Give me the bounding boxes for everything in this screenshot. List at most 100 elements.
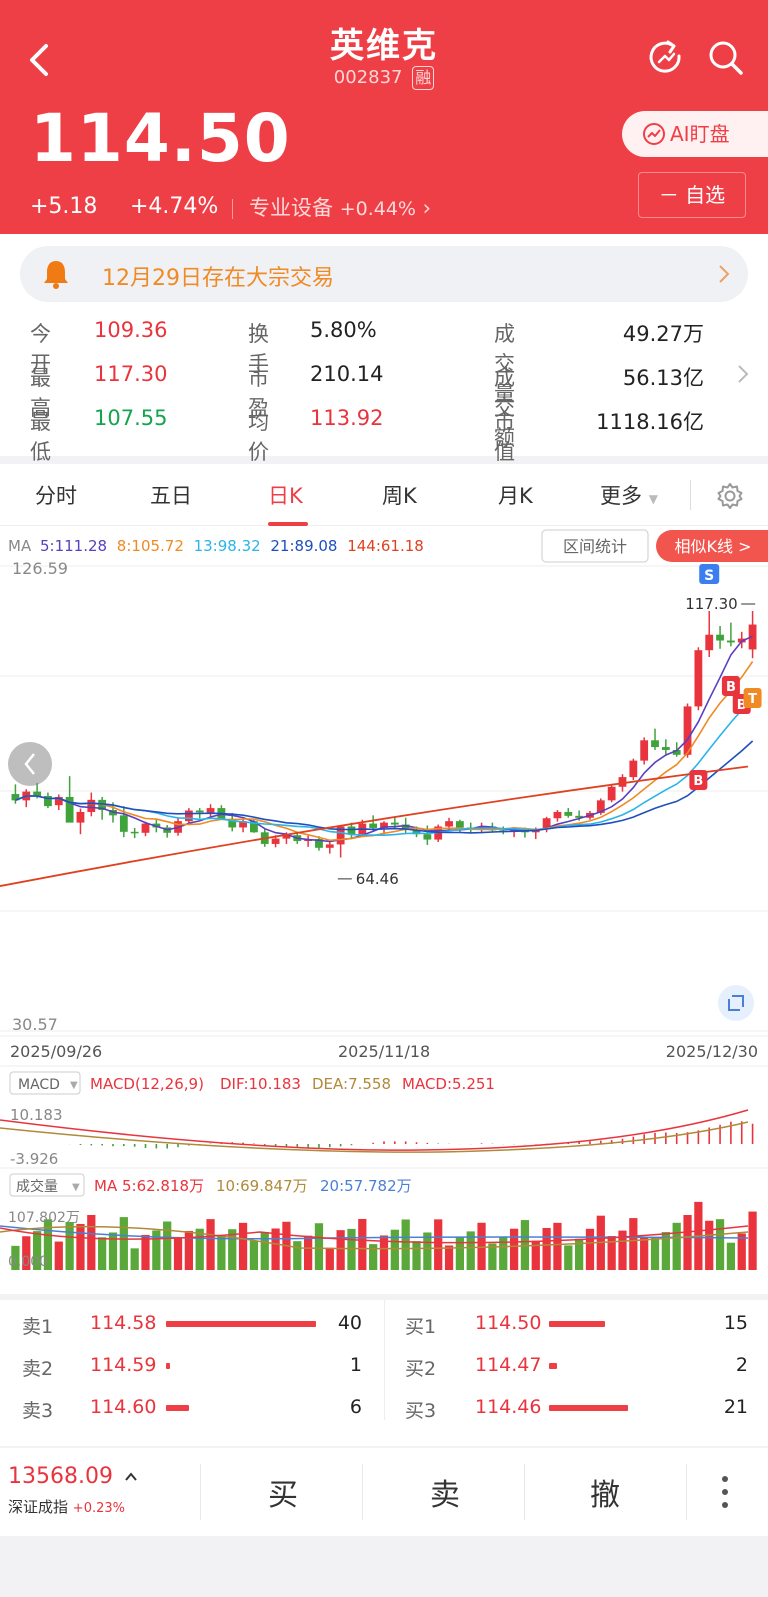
tab-daily-k[interactable]: 日K	[268, 480, 303, 510]
buy-level-label: 买2	[405, 1358, 437, 1380]
quote-panel: 12月29日存在大宗交易 今开 109.36 换手 5.80% 成交量 49.27万 最高 1…	[0, 234, 768, 464]
volume-bar	[347, 1228, 356, 1270]
volume-bar	[726, 1242, 736, 1270]
tab-more[interactable]: 更多 ▼	[600, 480, 658, 510]
divider	[384, 1300, 385, 1420]
bottom-trade-bar: 13568.09 深证成指 +0.23% 买 卖 撤	[0, 1448, 768, 1536]
quote-value: 210.14	[310, 362, 384, 386]
chevron-right-icon	[719, 265, 730, 283]
candle-body	[76, 811, 85, 823]
order-book: 卖1 114.58 40 卖2 114.59 1 卖3 114.60 6 买1 114.50 15 买2…	[0, 1300, 768, 1446]
candle-body	[130, 831, 139, 834]
volume-bar	[553, 1222, 562, 1270]
candle-body	[705, 634, 714, 651]
volume-bar	[173, 1238, 183, 1270]
quote-value: 117.30	[94, 362, 168, 386]
volume-ma10: 10:69.847万	[216, 1177, 308, 1195]
volume-bar	[477, 1222, 486, 1270]
buy-button[interactable]: 买	[268, 1470, 298, 1514]
volume-bar	[260, 1232, 269, 1270]
kline-chart-panel[interactable]: MA 5:111.28 8:105.72 13:98.32 21:89.08 144:6…	[0, 526, 768, 1294]
ma-legend-item: 13:98.32	[194, 537, 261, 555]
notice-text: 12月29日存在大宗交易	[102, 266, 334, 291]
macd-params: MACD(12,26,9)	[90, 1075, 204, 1093]
price-change: +5.18	[30, 194, 98, 219]
remove-watchlist-button[interactable]: － 自选	[638, 172, 746, 218]
index-value[interactable]: 13568.09	[8, 1464, 113, 1489]
volume-bar	[640, 1236, 649, 1270]
candle-body	[325, 844, 334, 848]
date-label: 2025/12/30	[666, 1042, 758, 1061]
search-icon[interactable]	[706, 38, 746, 78]
sell-signal-label: S	[704, 568, 714, 584]
volume-bar	[683, 1215, 692, 1270]
signal-label: T	[748, 692, 757, 707]
kline-chart[interactable]: MA 5:111.28 8:105.72 13:98.32 21:89.08 144:6…	[0, 526, 768, 1294]
tab-intraday[interactable]: 分时	[35, 480, 77, 510]
chevron-right-icon: ›	[422, 196, 432, 220]
volume-bar	[542, 1227, 551, 1270]
index-name: 深证成指	[8, 1498, 69, 1516]
caret-down-icon: ▼	[70, 1080, 78, 1091]
signal-label: B	[726, 680, 736, 695]
date-label: 2025/11/18	[338, 1042, 430, 1061]
chevron-up-icon[interactable]	[124, 1470, 138, 1482]
volume-bar	[390, 1229, 399, 1270]
volume-bar	[65, 1222, 74, 1270]
volume-bar	[358, 1218, 367, 1270]
macd-value: MACD:5.251	[402, 1075, 495, 1093]
scroll-left-button[interactable]	[8, 742, 52, 786]
candle-body	[119, 815, 128, 832]
refresh-icon[interactable]	[646, 38, 686, 78]
industry-pct: +0.44%	[339, 198, 416, 220]
candle-body	[87, 799, 96, 812]
ma-legend-item: 8:105.72	[117, 537, 184, 555]
sell-button[interactable]: 卖	[430, 1470, 460, 1514]
margin-tag: 融	[412, 66, 435, 90]
macd-dif: DIF:10.183	[220, 1075, 301, 1093]
candle-body	[640, 740, 649, 761]
more-vertical-icon[interactable]	[720, 1474, 730, 1510]
cancel-button[interactable]: 撤	[590, 1470, 620, 1514]
tab-more-label: 更多	[600, 484, 642, 508]
volume-bar	[412, 1241, 421, 1270]
candle-body	[206, 808, 215, 813]
candle-body	[629, 760, 638, 778]
volume-ma5: MA 5:62.818万	[94, 1177, 204, 1195]
ma-legend-item: 144:61.18	[347, 537, 424, 555]
ai-button-label: AI盯盘	[670, 122, 730, 146]
fullscreen-button[interactable]	[718, 985, 754, 1021]
quote-value: 113.92	[310, 406, 384, 430]
quote-value: 49.27万	[622, 322, 704, 346]
volume-bar	[303, 1235, 313, 1270]
tab-weekly-k[interactable]: 周K	[382, 480, 417, 510]
ai-monitor-button[interactable]: AI盯盘	[622, 111, 768, 157]
block-trade-notice[interactable]: 12月29日存在大宗交易	[20, 246, 748, 302]
macd-top-label: 10.183	[10, 1106, 63, 1124]
sell-price: 114.59	[90, 1354, 157, 1376]
divider	[690, 480, 691, 510]
volume-bottom-label: 0.000	[8, 1254, 48, 1270]
sell-level-label: 卖3	[22, 1400, 54, 1422]
candle-body	[271, 838, 280, 844]
tab-monthly-k[interactable]: 月K	[498, 480, 533, 510]
candle-body	[694, 650, 703, 707]
sell-volume-bar	[166, 1363, 170, 1369]
volume-bar	[314, 1223, 324, 1270]
chevron-right-icon[interactable]	[736, 362, 750, 386]
ma-legend: 5:111.28 8:105.72 13:98.32 21:89.08 144:61.1…	[40, 537, 424, 555]
index-info: 深证成指 +0.23%	[8, 1496, 125, 1517]
candle-body	[564, 811, 573, 816]
gear-icon[interactable]	[716, 482, 744, 510]
sell-price: 114.58	[90, 1312, 157, 1334]
volume-bar	[206, 1219, 215, 1270]
volume-bar	[87, 1215, 96, 1270]
candle-body	[445, 821, 453, 827]
volume-bar	[217, 1235, 226, 1270]
buy-level-label: 买3	[405, 1400, 437, 1422]
ma-legend-item: 21:89.08	[270, 537, 337, 555]
buy-volume-bar	[549, 1405, 628, 1411]
tab-five-day[interactable]: 五日	[150, 480, 192, 510]
quote-value: 5.80%	[310, 318, 377, 342]
industry-link[interactable]: 专业设备 +0.44% ›	[232, 192, 431, 222]
